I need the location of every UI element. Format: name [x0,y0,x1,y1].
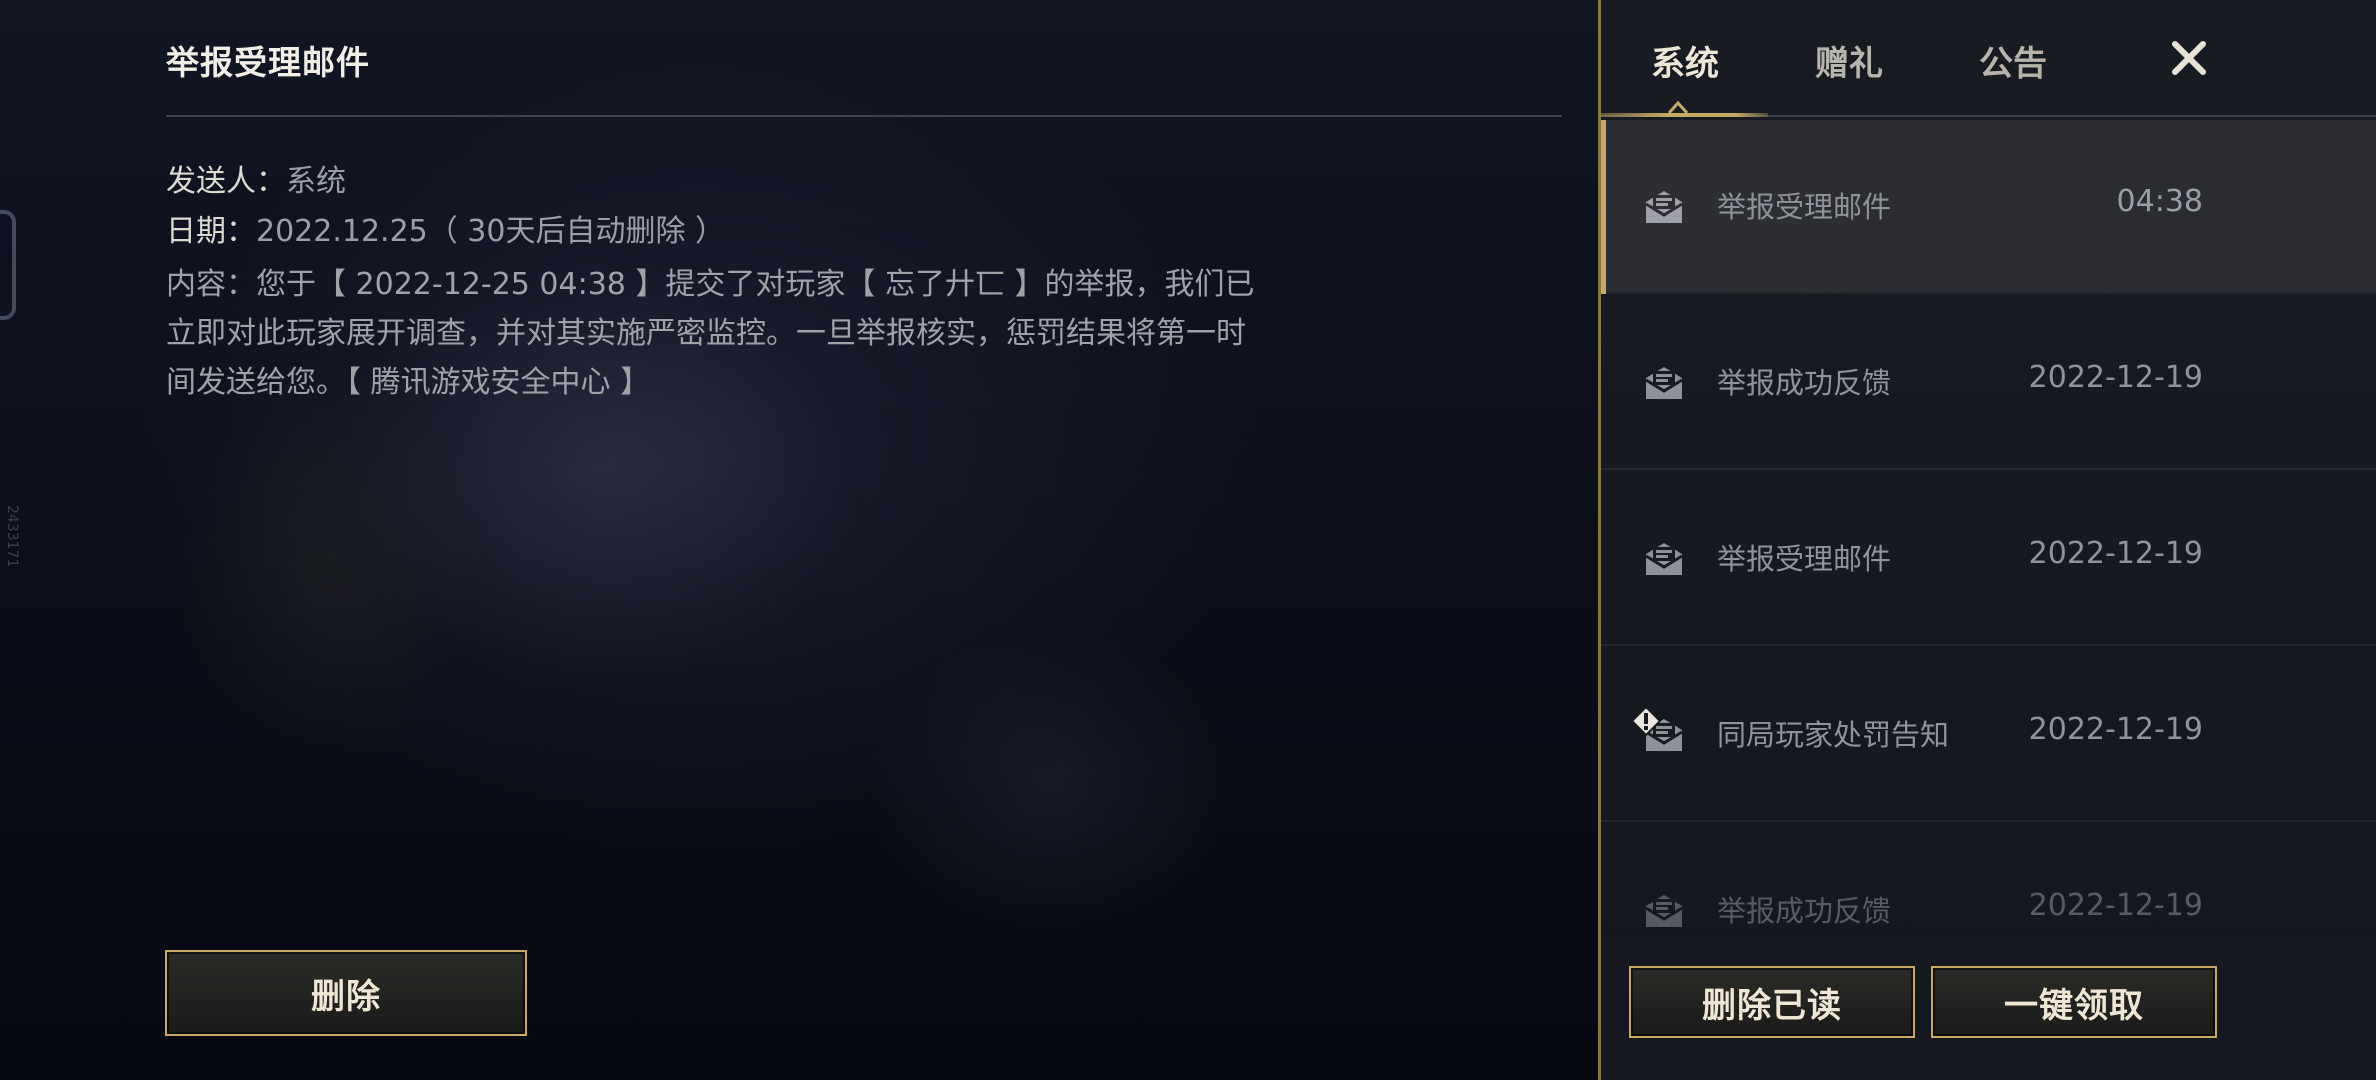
mail-row[interactable]: 举报成功反馈 2022-12-19 [1601,296,2376,470]
envelope-open-icon [1645,543,1683,575]
mail-time: 2022-12-19 [2028,712,2203,747]
delete-button[interactable]: 删除 [165,950,527,1036]
mail-time: 04:38 [2116,184,2203,219]
mail-tabs: 系统 赠礼 公告 [1601,0,2376,118]
alert-icon [1631,706,1661,736]
sender-label: 发送人： [166,164,286,199]
mail-row[interactable]: 举报成功反馈 2022-12-19 [1601,824,2376,950]
mail-subject: 举报成功反馈 [1717,894,1892,928]
mail-subject: 举报成功反馈 [1717,366,1892,400]
sender-line: 发送人：系统 [166,156,346,200]
selected-indicator [1601,120,1606,294]
mail-time: 2022-12-19 [2028,360,2203,395]
mail-content: 内容：您于【 2022-12-25 04:38 】提交了对玩家【 忘了廾匸 】的… [166,260,1266,407]
mail-row-selected[interactable]: 举报受理邮件 04:38 [1601,120,2376,294]
envelope-open-icon [1645,895,1683,927]
sender-value: 系统 [286,164,346,199]
mail-detail: 举报受理邮件 发送人：系统 日期：2022.12.25（ 30天后自动删除 ） … [0,0,1598,1080]
mail-time: 2022-12-19 [2028,536,2203,571]
tab-gift[interactable]: 赠礼 [1815,36,1883,85]
delete-read-button[interactable]: 删除已读 [1629,966,1915,1038]
mail-panel: 系统 赠礼 公告 举报受理邮件 04:38 举报成功反馈 2022-12-19 … [1598,0,2376,1080]
mail-subject: 举报受理邮件 [1717,542,1892,576]
tab-system[interactable]: 系统 [1651,36,1719,85]
mail-title: 举报受理邮件 [166,43,370,82]
collect-all-button[interactable]: 一键领取 [1931,966,2217,1038]
divider [166,115,1562,117]
content-label: 内容： [166,267,256,302]
content-text: 您于【 2022-12-25 04:38 】提交了对玩家【 忘了廾匸 】的举报，… [166,267,1255,400]
mail-row[interactable]: 同局玩家处罚告知 2022-12-19 [1601,648,2376,822]
mail-time: 2022-12-19 [2028,888,2203,923]
date-label: 日期： [166,214,256,249]
mail-subject: 举报受理邮件 [1717,190,1892,224]
mail-list: 举报受理邮件 04:38 举报成功反馈 2022-12-19 举报受理邮件 20… [1601,120,2376,950]
mail-subject: 同局玩家处罚告知 [1717,718,1950,752]
active-tab-caret-icon [1667,100,1689,114]
envelope-open-icon [1645,191,1683,223]
close-icon [2172,41,2206,75]
envelope-open-icon [1645,367,1683,399]
date-value: 2022.12.25（ 30天后自动删除 ） [256,214,726,249]
tab-notice[interactable]: 公告 [1979,36,2047,85]
mail-row[interactable]: 举报受理邮件 2022-12-19 [1601,472,2376,646]
close-button[interactable] [2161,30,2217,86]
date-line: 日期：2022.12.25（ 30天后自动删除 ） [166,206,725,250]
